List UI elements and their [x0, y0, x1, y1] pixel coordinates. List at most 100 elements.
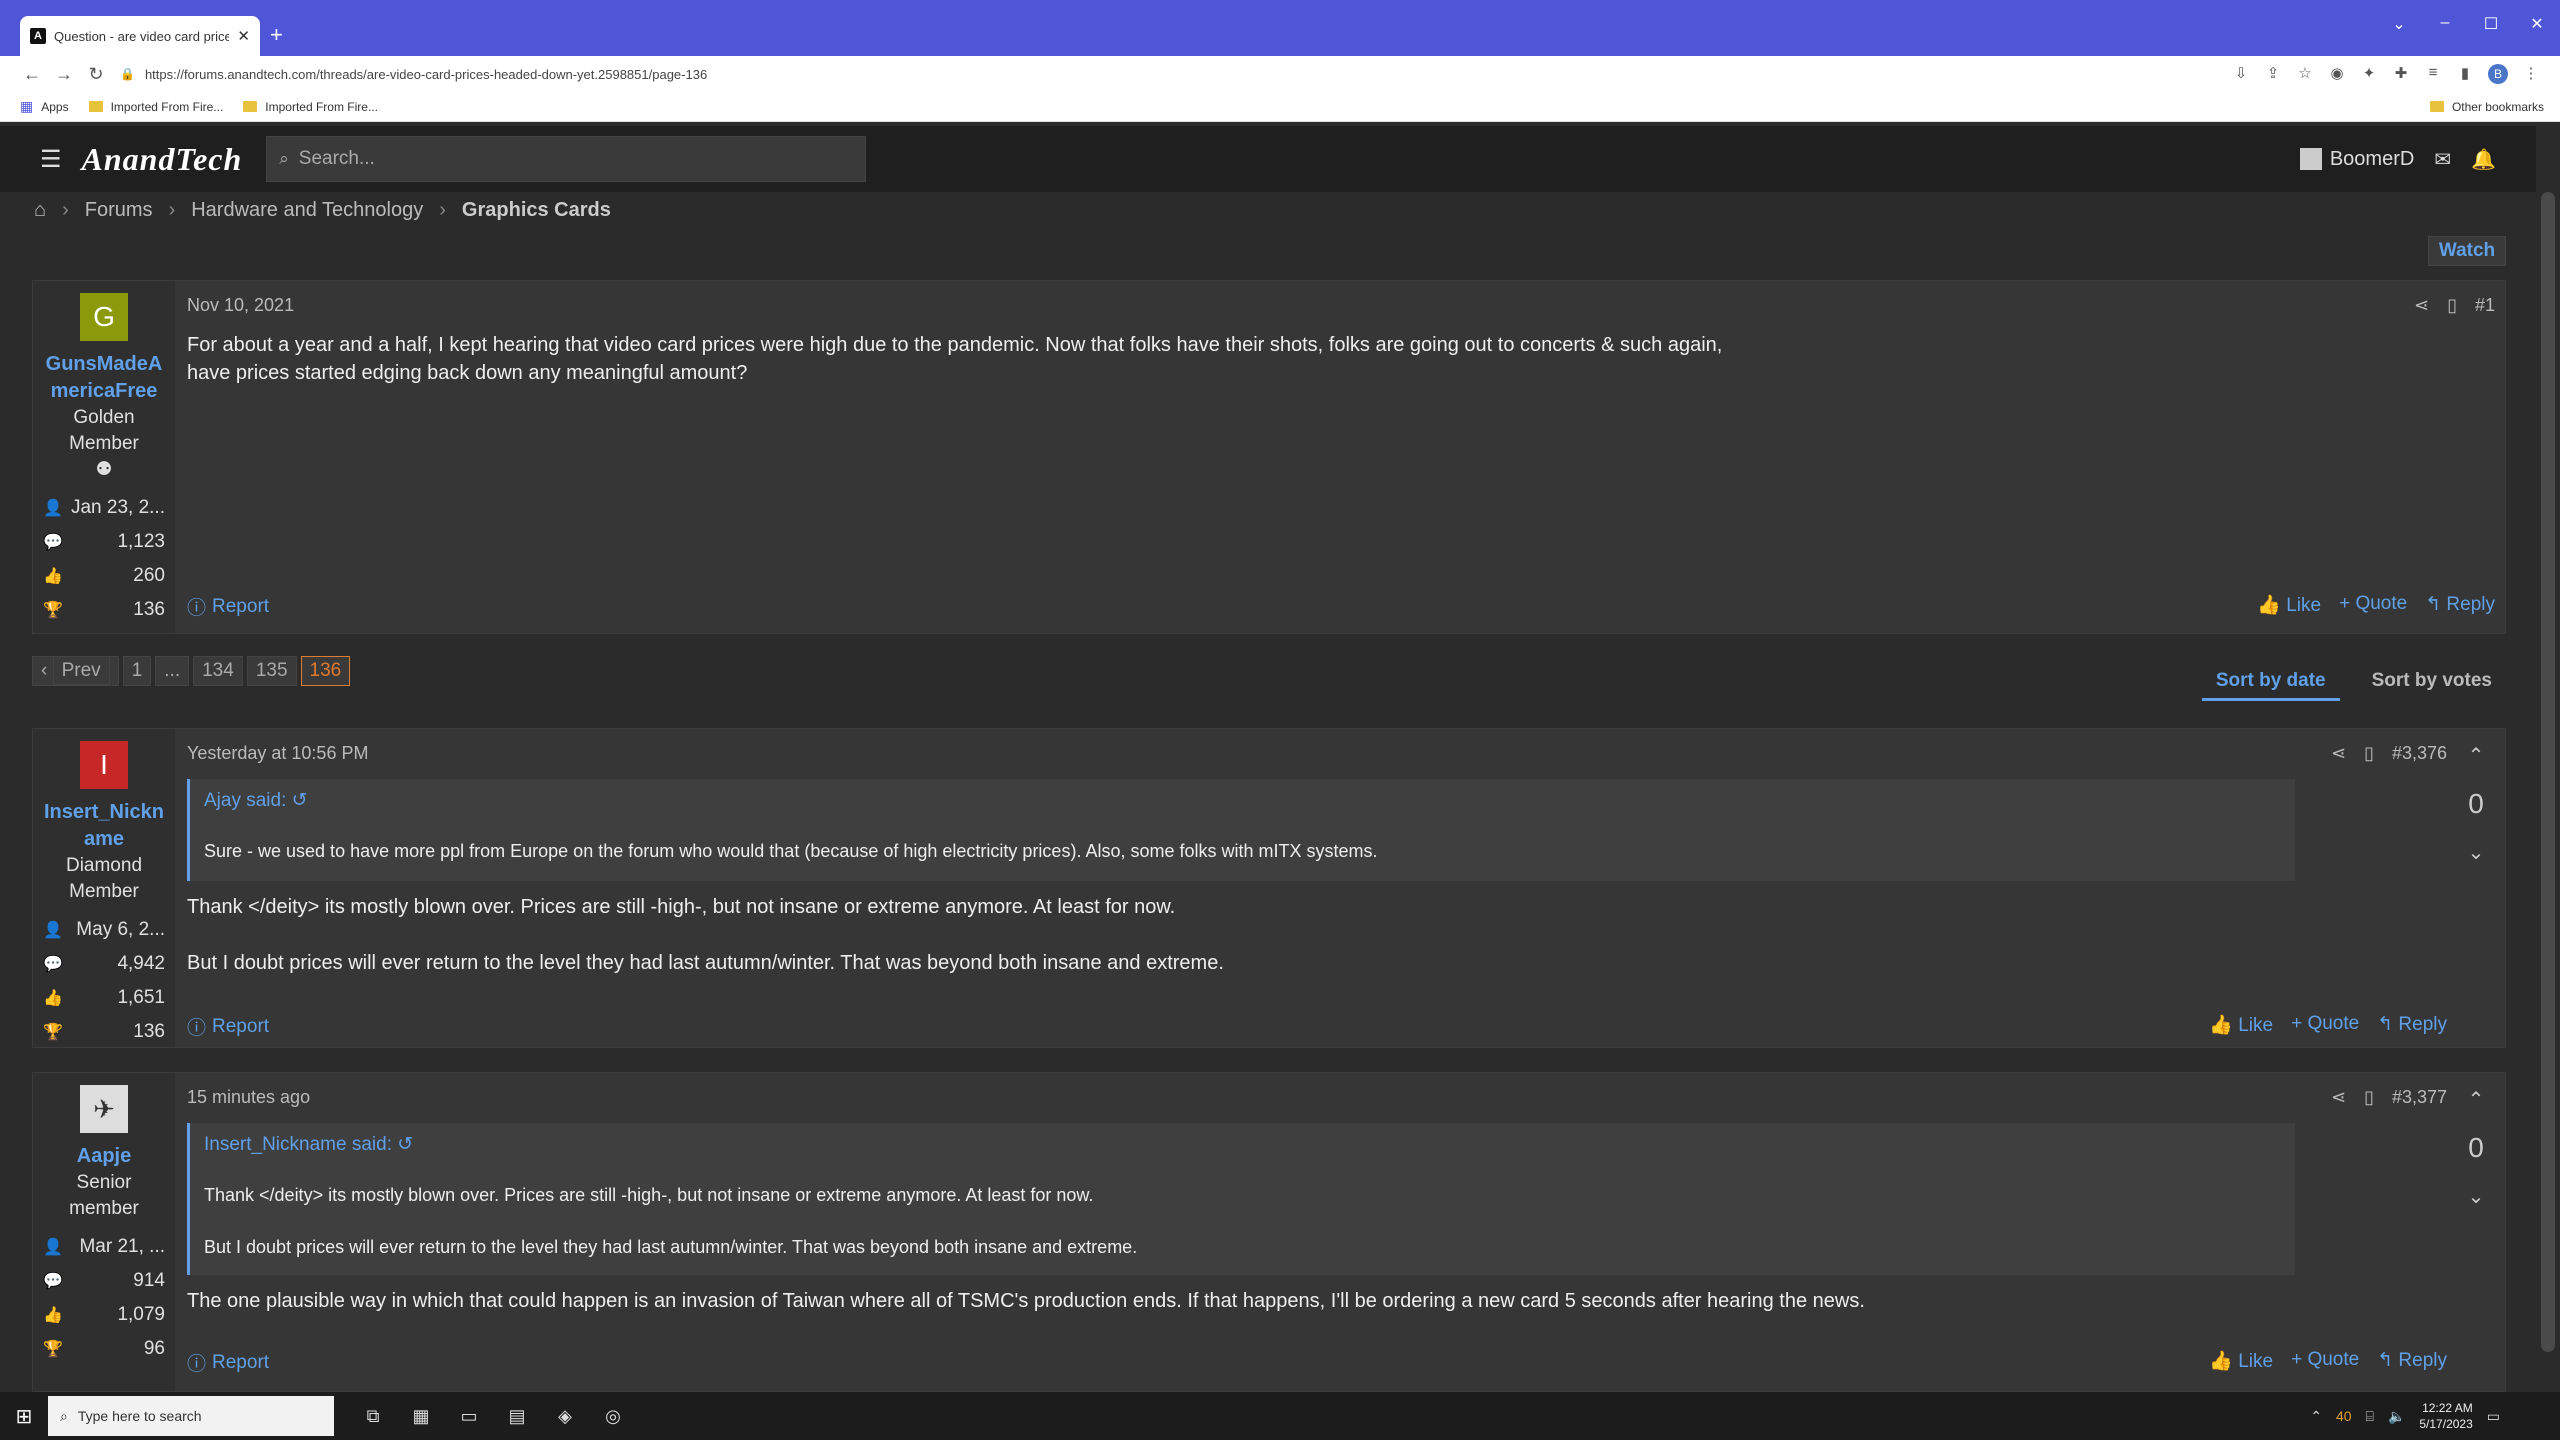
- post-date[interactable]: Nov 10, 2021: [187, 295, 294, 316]
- post-number[interactable]: #1: [2475, 295, 2495, 316]
- calculator-icon[interactable]: ▦: [408, 1406, 434, 1427]
- page-scrollbar[interactable]: [2536, 122, 2560, 1392]
- quote-button[interactable]: + Quote: [2291, 1013, 2359, 1037]
- puzzle-icon[interactable]: ✚: [2392, 64, 2410, 84]
- reply-button[interactable]: ↰ Reply: [2425, 593, 2495, 617]
- quote-link-icon[interactable]: ↺: [292, 790, 308, 811]
- share-icon[interactable]: ⇪: [2264, 64, 2282, 84]
- report-button[interactable]: ⓘ Report: [187, 1349, 269, 1376]
- post-date[interactable]: 15 minutes ago: [187, 1087, 310, 1108]
- windows-start-icon[interactable]: ⊞: [0, 1404, 48, 1429]
- breadcrumb-hardware[interactable]: Hardware and Technology: [191, 199, 423, 222]
- chevron-up-icon[interactable]: ⌃: [2310, 1408, 2322, 1425]
- notifications-icon[interactable]: ▭: [2487, 1408, 2500, 1425]
- like-button[interactable]: 👍 Like: [2209, 1349, 2273, 1373]
- bell-icon[interactable]: 🔔: [2471, 147, 2496, 172]
- profile-avatar[interactable]: B: [2488, 64, 2508, 84]
- bookmark-apps[interactable]: ▦ Apps: [20, 98, 69, 115]
- reload-icon[interactable]: ↻: [80, 64, 112, 85]
- home-icon[interactable]: ⌂: [34, 199, 46, 222]
- upvote-chevron-icon[interactable]: ⌃: [2454, 1087, 2498, 1112]
- new-tab-icon[interactable]: +: [270, 24, 283, 46]
- forward-icon[interactable]: →: [48, 64, 80, 85]
- avatar[interactable]: G: [80, 293, 128, 341]
- maximize-icon[interactable]: ☐: [2468, 14, 2514, 34]
- sort-by-votes-tab[interactable]: Sort by votes: [2358, 664, 2506, 701]
- hamburger-menu-icon[interactable]: ☰: [40, 145, 62, 174]
- page-link[interactable]: 134: [193, 656, 243, 686]
- file-explorer-icon[interactable]: ▭: [456, 1406, 482, 1427]
- quote-button[interactable]: + Quote: [2339, 593, 2407, 617]
- browser-tab[interactable]: A Question - are video card prices ✕: [20, 16, 260, 56]
- bookmark-folder[interactable]: Imported From Fire...: [243, 100, 378, 114]
- bookmark-star-icon[interactable]: ☆: [2296, 64, 2314, 84]
- chevron-right-icon: ›: [439, 198, 446, 221]
- minimize-icon[interactable]: –: [2422, 14, 2468, 34]
- page-link[interactable]: 135: [246, 656, 297, 686]
- extension-icon[interactable]: ✦: [2360, 64, 2378, 84]
- menu-kebab-icon[interactable]: ⋮: [2522, 64, 2540, 84]
- avatar[interactable]: I: [80, 741, 128, 789]
- prev-page-button[interactable]: ‹ Prev: [32, 656, 119, 686]
- inbox-icon[interactable]: ✉: [2434, 147, 2451, 172]
- search-input[interactable]: ⌕ Search...: [266, 136, 867, 182]
- share-icon[interactable]: ⋖: [2331, 743, 2346, 764]
- quote-author[interactable]: Ajay said: ↺: [204, 789, 308, 812]
- author-name[interactable]: Insert_Nickname: [33, 799, 175, 853]
- user-account[interactable]: BoomerD: [2299, 148, 2414, 171]
- app-icon[interactable]: ◈: [552, 1406, 578, 1427]
- like-button[interactable]: 👍 Like: [2257, 593, 2321, 617]
- bookmark-icon[interactable]: ▯: [2364, 743, 2374, 764]
- scrollbar-thumb[interactable]: [2541, 192, 2555, 1352]
- bookmark-icon[interactable]: ▯: [2364, 1087, 2374, 1108]
- report-button[interactable]: ⓘ Report: [187, 593, 269, 620]
- taskbar-search-input[interactable]: ⌕ Type here to search: [48, 1396, 334, 1436]
- reply-button[interactable]: ↰ Reply: [2377, 1013, 2447, 1037]
- report-button[interactable]: ⓘ Report: [187, 1013, 269, 1040]
- downvote-chevron-icon[interactable]: ⌄: [2454, 1184, 2498, 1209]
- watch-button[interactable]: Watch: [2428, 236, 2506, 266]
- post-number[interactable]: #3,376: [2392, 743, 2447, 764]
- extension-icon[interactable]: ◉: [2328, 64, 2346, 84]
- weather-temp[interactable]: 40: [2336, 1408, 2352, 1424]
- share-icon[interactable]: ⋖: [2414, 295, 2429, 316]
- quote-button[interactable]: + Quote: [2291, 1349, 2359, 1373]
- post-date[interactable]: Yesterday at 10:56 PM: [187, 743, 368, 764]
- downvote-chevron-icon[interactable]: ⌄: [2454, 840, 2498, 865]
- breadcrumb-graphics-cards[interactable]: Graphics Cards: [462, 199, 611, 222]
- breadcrumb-forums[interactable]: Forums: [85, 199, 153, 222]
- author-name[interactable]: Aapje: [33, 1143, 175, 1170]
- close-tab-icon[interactable]: ✕: [237, 27, 250, 45]
- site-logo[interactable]: AnandTech: [82, 141, 243, 178]
- clock[interactable]: 12:22 AM 5/17/2023: [2419, 1400, 2472, 1432]
- avatar[interactable]: ✈: [80, 1085, 128, 1133]
- upvote-chevron-icon[interactable]: ⌃: [2454, 743, 2498, 768]
- calendar-icon[interactable]: ▤: [504, 1406, 530, 1427]
- reading-list-icon[interactable]: ≡: [2424, 64, 2442, 84]
- bookmark-icon[interactable]: ▯: [2447, 295, 2457, 316]
- tab-search-icon[interactable]: ⌄: [2376, 14, 2422, 34]
- back-icon[interactable]: ←: [16, 64, 48, 85]
- quote-author[interactable]: Insert_Nickname said: ↺: [204, 1133, 413, 1156]
- sort-by-date-tab[interactable]: Sort by date: [2201, 664, 2340, 701]
- task-view-icon[interactable]: ⧉: [360, 1406, 386, 1427]
- close-window-icon[interactable]: ✕: [2514, 14, 2560, 34]
- other-bookmarks[interactable]: Other bookmarks: [2429, 100, 2544, 114]
- reply-button[interactable]: ↰ Reply: [2377, 1349, 2447, 1373]
- share-icon[interactable]: ⋖: [2331, 1087, 2346, 1108]
- quote-link-icon[interactable]: ↺: [397, 1134, 413, 1155]
- author-name[interactable]: GunsMadeAmericaFree: [33, 351, 175, 405]
- chrome-icon[interactable]: ◎: [600, 1406, 626, 1427]
- side-panel-icon[interactable]: ▮: [2456, 64, 2474, 84]
- post-text: Thank </deity> its mostly blown over. Pr…: [187, 896, 1176, 918]
- page-ellipsis[interactable]: ...: [155, 656, 190, 686]
- volume-icon[interactable]: 🔈: [2388, 1408, 2405, 1425]
- network-icon[interactable]: ⌸: [2366, 1408, 2374, 1425]
- install-icon[interactable]: ⇩: [2232, 64, 2250, 84]
- like-button[interactable]: 👍 Like: [2209, 1013, 2273, 1037]
- bookmark-folder[interactable]: Imported From Fire...: [88, 100, 223, 114]
- address-bar[interactable]: 🔒 https://forums.anandtech.com/threads/a…: [120, 67, 2120, 82]
- page-link-current[interactable]: 136: [300, 656, 351, 686]
- page-link[interactable]: 1: [122, 656, 152, 686]
- post-number[interactable]: #3,377: [2392, 1087, 2447, 1108]
